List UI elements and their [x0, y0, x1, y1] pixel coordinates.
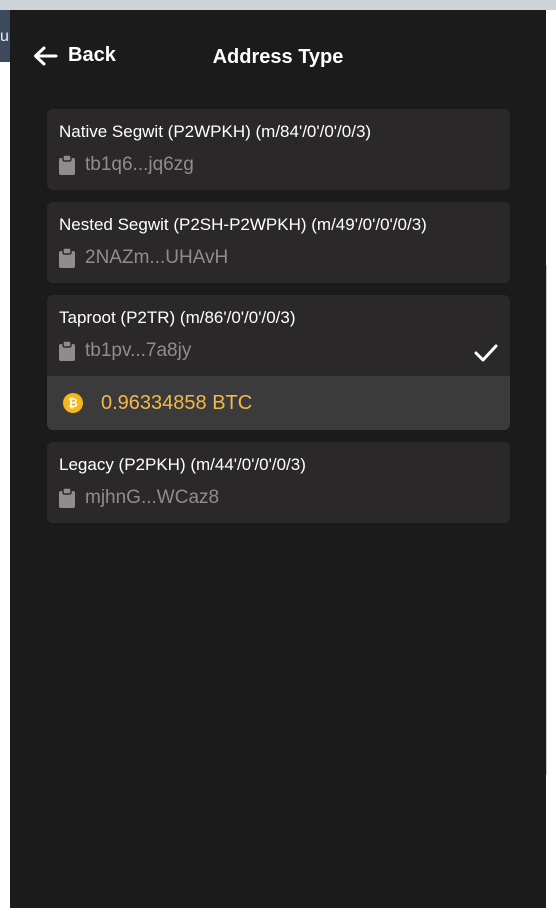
- address-type-label: Legacy (P2PKH) (m/44'/0'/0'/0/3): [59, 455, 306, 474]
- balance-row: ₿ 0.96334858 BTC: [47, 376, 510, 430]
- bitcoin-icon: ₿: [63, 393, 83, 413]
- address-type-label: Native Segwit (P2WPKH) (m/84'/0'/0'/0/3): [59, 122, 372, 141]
- address-type-label: Taproot (P2TR) (m/86'/0'/0'/0/3): [59, 308, 296, 327]
- address-type-panel: Back Address Type Native Segwit (P2WPKH)…: [10, 10, 546, 908]
- clipboard-icon[interactable]: [59, 248, 75, 268]
- page-title: Address Type: [212, 46, 344, 68]
- address-type-label: Nested Segwit (P2SH-P2WPKH) (m/49'/0'/0'…: [59, 215, 427, 234]
- address-type-taproot[interactable]: Taproot (P2TR) (m/86'/0'/0'/0/3) tb1pv..…: [47, 295, 510, 430]
- address-text: tb1pv...7a8jy: [85, 340, 192, 361]
- browser-tab-strip: [0, 0, 556, 10]
- checkmark-icon: [474, 343, 498, 368]
- scrollbar-line: [546, 265, 547, 775]
- address-type-nested-segwit[interactable]: Nested Segwit (P2SH-P2WPKH) (m/49'/0'/0'…: [47, 202, 510, 283]
- header: Back Address Type: [10, 10, 546, 100]
- address-text: 2NAZm...UHAvH: [85, 247, 229, 268]
- clipboard-icon[interactable]: [59, 155, 75, 175]
- address-type-native-segwit[interactable]: Native Segwit (P2WPKH) (m/84'/0'/0'/0/3)…: [47, 109, 510, 190]
- address-type-list: Native Segwit (P2WPKH) (m/84'/0'/0'/0/3)…: [47, 109, 510, 535]
- address-text: mjhnG...WCaz8: [85, 487, 220, 508]
- address-type-legacy[interactable]: Legacy (P2PKH) (m/44'/0'/0'/0/3) mjhnG..…: [47, 442, 510, 523]
- background-page-edge: [546, 10, 556, 921]
- balance-amount: 0.96334858 BTC: [101, 391, 253, 414]
- address-text: tb1q6...jq6zg: [85, 154, 194, 175]
- clipboard-icon[interactable]: [59, 341, 75, 361]
- clipboard-icon[interactable]: [59, 488, 75, 508]
